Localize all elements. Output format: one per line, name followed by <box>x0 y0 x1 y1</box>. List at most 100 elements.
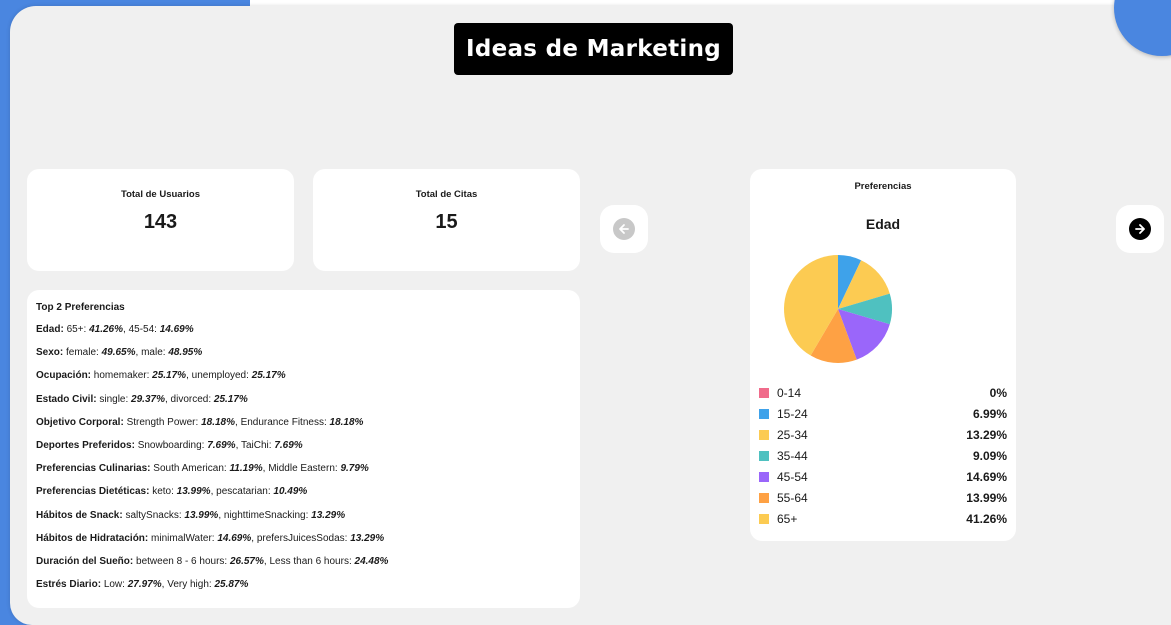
preference-percent: 49.65% <box>101 347 136 359</box>
legend-swatch <box>759 430 769 440</box>
stat-label: Total de Citas <box>415 189 478 200</box>
preference-percent: 14.69% <box>217 532 252 544</box>
legend-swatch <box>759 409 769 419</box>
preference-option: Snowboarding: <box>137 440 205 451</box>
pie-chart <box>784 255 892 363</box>
legend-value: 9.09% <box>972 449 1007 463</box>
legend-item[interactable]: 45-54 14.69% <box>759 469 1007 485</box>
preference-option: unemployed: <box>191 370 249 382</box>
legend-label: 55-64 <box>777 491 808 505</box>
arrow-right-circle-icon <box>1129 218 1151 240</box>
stat-value: 15 <box>435 211 458 233</box>
preference-option: 65+: <box>66 324 87 335</box>
legend-item[interactable]: 25-34 13.29% <box>759 427 1007 443</box>
legend-value: 13.99% <box>966 491 1007 505</box>
legend-swatch <box>759 388 769 398</box>
preference-row: Duración del Sueño: between 8 - 6 hours:… <box>36 556 389 567</box>
preferences-chart-card: Preferencias Edad 0-14 0% 15-24 6.99% 25-34 1… <box>750 169 1016 541</box>
legend-swatch <box>759 514 769 524</box>
preference-row: Objetivo Corporal: Strength Power: 18.18… <box>36 416 364 428</box>
preference-percent: 13.29% <box>311 509 346 521</box>
preference-option: between 8 - 6 hours: <box>136 556 228 567</box>
preference-row: Deportes Preferidos: Snowboarding: 7.69%… <box>36 440 303 451</box>
preference-option: Very high: <box>167 579 212 591</box>
stat-card-appointments: Total de Citas 15 <box>313 169 580 271</box>
preference-percent: 10.49% <box>273 486 308 498</box>
preference-option: prefersJuicesSodas: <box>256 532 348 544</box>
preference-percent: 13.99% <box>184 509 219 521</box>
preference-label: Duración del Sueño: <box>36 556 134 567</box>
preference-label: Preferencias Dietéticas: <box>36 486 150 498</box>
page-title: Ideas de Marketing <box>454 23 733 75</box>
preference-option: homemaker: <box>93 370 150 382</box>
preference-option: Less than 6 hours: <box>269 556 352 567</box>
legend-item[interactable]: 55-64 13.99% <box>759 490 1007 506</box>
next-chart-button[interactable] <box>1116 205 1164 253</box>
legend-label: 15-24 <box>777 407 808 421</box>
chart-card-title: Preferencias <box>854 181 912 192</box>
preference-option: nighttimeSnacking: <box>223 509 309 521</box>
preference-option: minimalWater: <box>151 532 215 544</box>
preference-label: Preferencias Culinarias: <box>36 463 151 475</box>
preference-row: Hábitos de Snack: saltySnacks: 13.99%, n… <box>36 509 346 521</box>
preference-option: male: <box>141 347 166 359</box>
chart-title: Edad <box>865 216 901 232</box>
preference-percent: 26.57% <box>229 556 264 567</box>
preference-option: divorced: <box>170 393 212 405</box>
top-preferences-title: Top 2 Preferencias <box>36 302 125 313</box>
legend-swatch <box>759 451 769 461</box>
legend-item[interactable]: 65+ 41.26% <box>759 511 1007 527</box>
legend-item[interactable]: 35-44 9.09% <box>759 448 1007 464</box>
legend-item[interactable]: 0-14 0% <box>759 385 1007 401</box>
preference-row: Ocupación: homemaker: 25.17%, unemployed… <box>36 370 286 382</box>
preference-row: Preferencias Dietéticas: keto: 13.99%, p… <box>36 486 308 498</box>
legend-item[interactable]: 15-24 6.99% <box>759 406 1007 422</box>
preference-label: Estrés Diario: <box>36 579 102 591</box>
stat-card-users: Total de Usuarios 143 <box>27 169 294 271</box>
legend-label: 65+ <box>777 512 798 526</box>
preference-option: single: <box>99 393 129 405</box>
preference-percent: 25.17% <box>213 393 248 405</box>
legend-swatch <box>759 472 769 482</box>
preference-percent: 25.17% <box>251 370 286 382</box>
arrow-left-circle-icon <box>613 218 635 240</box>
stat-value: 143 <box>143 211 178 233</box>
preference-option: female: <box>66 347 99 359</box>
preference-option: Middle Eastern: <box>268 463 338 475</box>
legend-swatch <box>759 493 769 503</box>
preference-percent: 18.18% <box>329 416 364 428</box>
preference-label: Ocupación: <box>36 370 92 382</box>
preference-label: Edad: <box>36 324 64 335</box>
preference-percent: 7.69% <box>274 440 303 451</box>
preference-percent: 13.99% <box>176 486 211 498</box>
preference-percent: 18.18% <box>201 416 235 428</box>
preference-option: pescatarian: <box>216 486 271 498</box>
preference-percent: 13.29% <box>350 532 385 544</box>
legend-value: 0% <box>989 386 1007 400</box>
preference-option: TaiChi: <box>240 440 272 451</box>
preference-label: Sexo: <box>36 347 64 359</box>
preference-percent: 11.19% <box>229 463 263 475</box>
legend-value: 13.29% <box>966 428 1007 442</box>
preference-label: Objetivo Corporal: <box>36 416 124 428</box>
top-preferences-card: Top 2 Preferencias Edad: 65+: 41.26%, 45… <box>27 290 580 608</box>
preference-option: Strength Power: <box>126 416 199 428</box>
legend-value: 6.99% <box>972 407 1007 421</box>
preference-label: Hábitos de Snack: <box>36 509 123 521</box>
preference-row: Sexo: female: 49.65%, male: 48.95% <box>36 347 203 359</box>
preference-label: Hábitos de Hidratación: <box>36 532 149 544</box>
preference-option: saltySnacks: <box>125 509 182 521</box>
preference-percent: 29.37% <box>131 393 165 405</box>
preference-percent: 24.48% <box>354 556 389 567</box>
preference-percent: 27.97% <box>127 579 162 591</box>
preference-percent: 25.87% <box>214 579 249 591</box>
preference-percent: 9.79% <box>340 463 369 475</box>
legend-label: 0-14 <box>777 386 802 400</box>
prev-chart-button[interactable] <box>600 205 648 253</box>
preference-percent: 7.69% <box>207 440 236 451</box>
preference-option: Low: <box>103 579 125 591</box>
preference-option: 45-54: <box>128 324 157 335</box>
preference-percent: 48.95% <box>168 347 203 359</box>
preference-row: Estrés Diario: Low: 27.97%, Very high: 2… <box>36 579 249 591</box>
preference-row: Estado Civil: single: 29.37%, divorced: … <box>36 393 248 405</box>
